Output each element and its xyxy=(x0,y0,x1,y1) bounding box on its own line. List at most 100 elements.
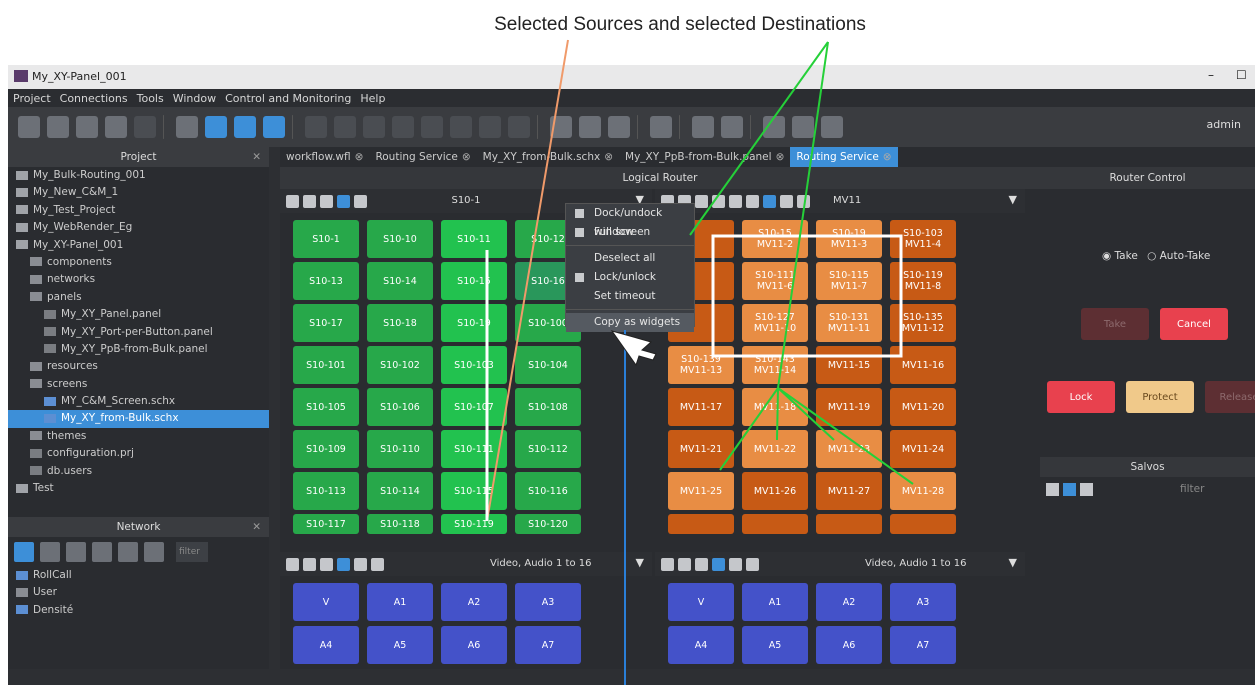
destination-button[interactable]: S10-103 MV11-4 xyxy=(890,220,956,258)
project-tree-item[interactable]: My_New_C&M_1 xyxy=(8,184,269,201)
destination-button[interactable]: S10-111 MV11-6 xyxy=(742,262,808,300)
toolbar-button-icon[interactable] xyxy=(692,116,714,138)
source-button[interactable]: S10-106 xyxy=(367,388,433,426)
context-menu-item-full-screen[interactable]: Full screen xyxy=(566,223,694,242)
source-button[interactable]: S10-110 xyxy=(367,430,433,468)
toolbar-button-icon[interactable] xyxy=(334,116,356,138)
toolbar-button-icon[interactable] xyxy=(650,116,672,138)
source-button[interactable]: S10-118 xyxy=(367,514,433,534)
project-tree-item[interactable]: MY_C&M_Screen.schx xyxy=(8,393,269,410)
project-tree-item[interactable]: My_Bulk-Routing_001 xyxy=(8,167,269,184)
project-tree-item[interactable]: My_XY_from-Bulk.schx xyxy=(8,410,269,428)
source-button[interactable]: S10-105 xyxy=(293,388,359,426)
toolbar-button-icon[interactable] xyxy=(18,116,40,138)
sort-ascending-icon[interactable] xyxy=(337,557,350,571)
source-button[interactable]: S10-114 xyxy=(367,472,433,510)
toolbar-button-icon[interactable] xyxy=(763,116,785,138)
destination-button[interactable]: S10-127 MV11-10 xyxy=(742,304,808,342)
source-button[interactable]: S10-18 xyxy=(367,304,433,342)
destination-button[interactable]: MV11-28 xyxy=(890,472,956,510)
level-button[interactable]: A4 xyxy=(668,626,734,664)
destination-button[interactable]: MV11-23 xyxy=(816,430,882,468)
level-button[interactable]: A7 xyxy=(890,626,956,664)
destination-button[interactable]: S10-139 MV11-13 xyxy=(668,346,734,384)
minimize-icon[interactable]: – xyxy=(1208,68,1214,82)
project-tree-item[interactable]: My_XY-Panel_001 xyxy=(8,237,269,254)
destination-button[interactable]: MV11-19 xyxy=(816,388,882,426)
sort-descending-icon[interactable] xyxy=(1080,483,1093,496)
destination-button[interactable]: MV11-18 xyxy=(742,388,808,426)
source-button[interactable]: S10-111 xyxy=(441,430,507,468)
salvos-filter-input[interactable]: filter xyxy=(1180,483,1204,495)
destination-button[interactable]: MV11-24 xyxy=(890,430,956,468)
toolbar-button-icon[interactable] xyxy=(363,116,385,138)
level-button[interactable]: A3 xyxy=(890,583,956,621)
destination-button[interactable]: S10-15 MV11-2 xyxy=(742,220,808,258)
level-button[interactable]: A2 xyxy=(816,583,882,621)
project-tree-item[interactable]: My_XY_Panel.panel xyxy=(8,306,269,323)
toolbar-button-icon[interactable] xyxy=(392,116,414,138)
level-button[interactable]: V xyxy=(293,583,359,621)
destination-button[interactable] xyxy=(816,514,882,534)
source-button[interactable]: S10-11 xyxy=(441,220,507,258)
lock-button[interactable]: Lock xyxy=(1047,381,1115,413)
destination-button[interactable]: S10-19 MV11-3 xyxy=(816,220,882,258)
network-tool-icon[interactable] xyxy=(40,542,60,562)
toolbar-button-icon[interactable] xyxy=(47,116,69,138)
editor-tab[interactable]: Routing Service ⊗ xyxy=(790,147,898,167)
level-button[interactable]: A2 xyxy=(441,583,507,621)
network-list-item[interactable]: Densité xyxy=(8,602,269,619)
context-menu-item-dock-undock-window[interactable]: Dock/undock window xyxy=(566,204,694,238)
sort-ascending-icon[interactable] xyxy=(1063,483,1076,496)
level-grid-icon[interactable] xyxy=(746,557,759,571)
project-tree-item[interactable]: My_Test_Project xyxy=(8,202,269,219)
destination-button[interactable]: MV11-27 xyxy=(816,472,882,510)
network-tool-icon[interactable] xyxy=(144,542,164,562)
source-button[interactable]: S10-1 xyxy=(293,220,359,258)
list-view-icon[interactable] xyxy=(661,557,674,571)
sort-ascending-icon[interactable] xyxy=(712,557,725,571)
editor-tab[interactable]: Routing Service ⊗ xyxy=(369,147,476,167)
sort-descending-icon[interactable] xyxy=(354,557,367,571)
destination-button[interactable]: MV11-15 xyxy=(816,346,882,384)
toolbar-button-icon[interactable] xyxy=(176,116,198,138)
project-tree-item[interactable]: resources xyxy=(8,358,269,375)
list-view-icon[interactable] xyxy=(286,557,299,571)
network-list-item[interactable]: RollCall xyxy=(8,567,269,584)
menu-item-tools[interactable]: Tools xyxy=(137,92,164,105)
network-list-item[interactable]: User xyxy=(8,584,269,601)
auto-take-radio[interactable]: ○ Auto-Take xyxy=(1147,250,1210,262)
network-tool-icon[interactable] xyxy=(118,542,138,562)
toolbar-button-icon[interactable] xyxy=(421,116,443,138)
toolbar-button-icon[interactable] xyxy=(305,116,327,138)
menu-item-connections[interactable]: Connections xyxy=(60,92,128,105)
grid-view-icon[interactable] xyxy=(303,557,316,571)
destination-button[interactable]: MV11-20 xyxy=(890,388,956,426)
source-button[interactable]: S10-102 xyxy=(367,346,433,384)
filter-icon[interactable]: ▼ xyxy=(636,556,644,569)
menu-item-help[interactable]: Help xyxy=(360,92,385,105)
tab-close-icon[interactable]: ⊗ xyxy=(776,151,785,163)
destination-button[interactable]: MV11-17 xyxy=(668,388,734,426)
source-button[interactable]: S10-103 xyxy=(441,346,507,384)
toolbar-button-icon[interactable] xyxy=(721,116,743,138)
toolbar-button-icon[interactable] xyxy=(205,116,227,138)
network-tool-icon[interactable] xyxy=(14,542,34,562)
destination-button[interactable]: S10-115 MV11-7 xyxy=(816,262,882,300)
sort-ascending-icon[interactable] xyxy=(763,194,776,208)
source-button[interactable]: S10-115 xyxy=(441,472,507,510)
source-button[interactable]: S10-113 xyxy=(293,472,359,510)
tile-view-icon[interactable] xyxy=(695,557,708,571)
unselect-icon[interactable] xyxy=(797,194,810,208)
close-icon[interactable]: ✕ xyxy=(252,147,261,167)
toolbar-button-icon[interactable] xyxy=(105,116,127,138)
project-tree-item[interactable]: db.users xyxy=(8,463,269,480)
project-tree-item[interactable]: configuration.prj xyxy=(8,445,269,462)
grid-view-icon[interactable] xyxy=(729,194,742,208)
editor-tab[interactable]: My_XY_PpB-from-Bulk.panel ⊗ xyxy=(619,147,790,167)
project-tree-item[interactable]: themes xyxy=(8,428,269,445)
take-radio[interactable]: ◉ Take xyxy=(1102,250,1138,262)
source-button[interactable]: S10-116 xyxy=(515,472,581,510)
menu-item-control-and-monitoring[interactable]: Control and Monitoring xyxy=(225,92,351,105)
context-menu-item-lock-unlock[interactable]: Lock/unlock xyxy=(566,268,694,287)
